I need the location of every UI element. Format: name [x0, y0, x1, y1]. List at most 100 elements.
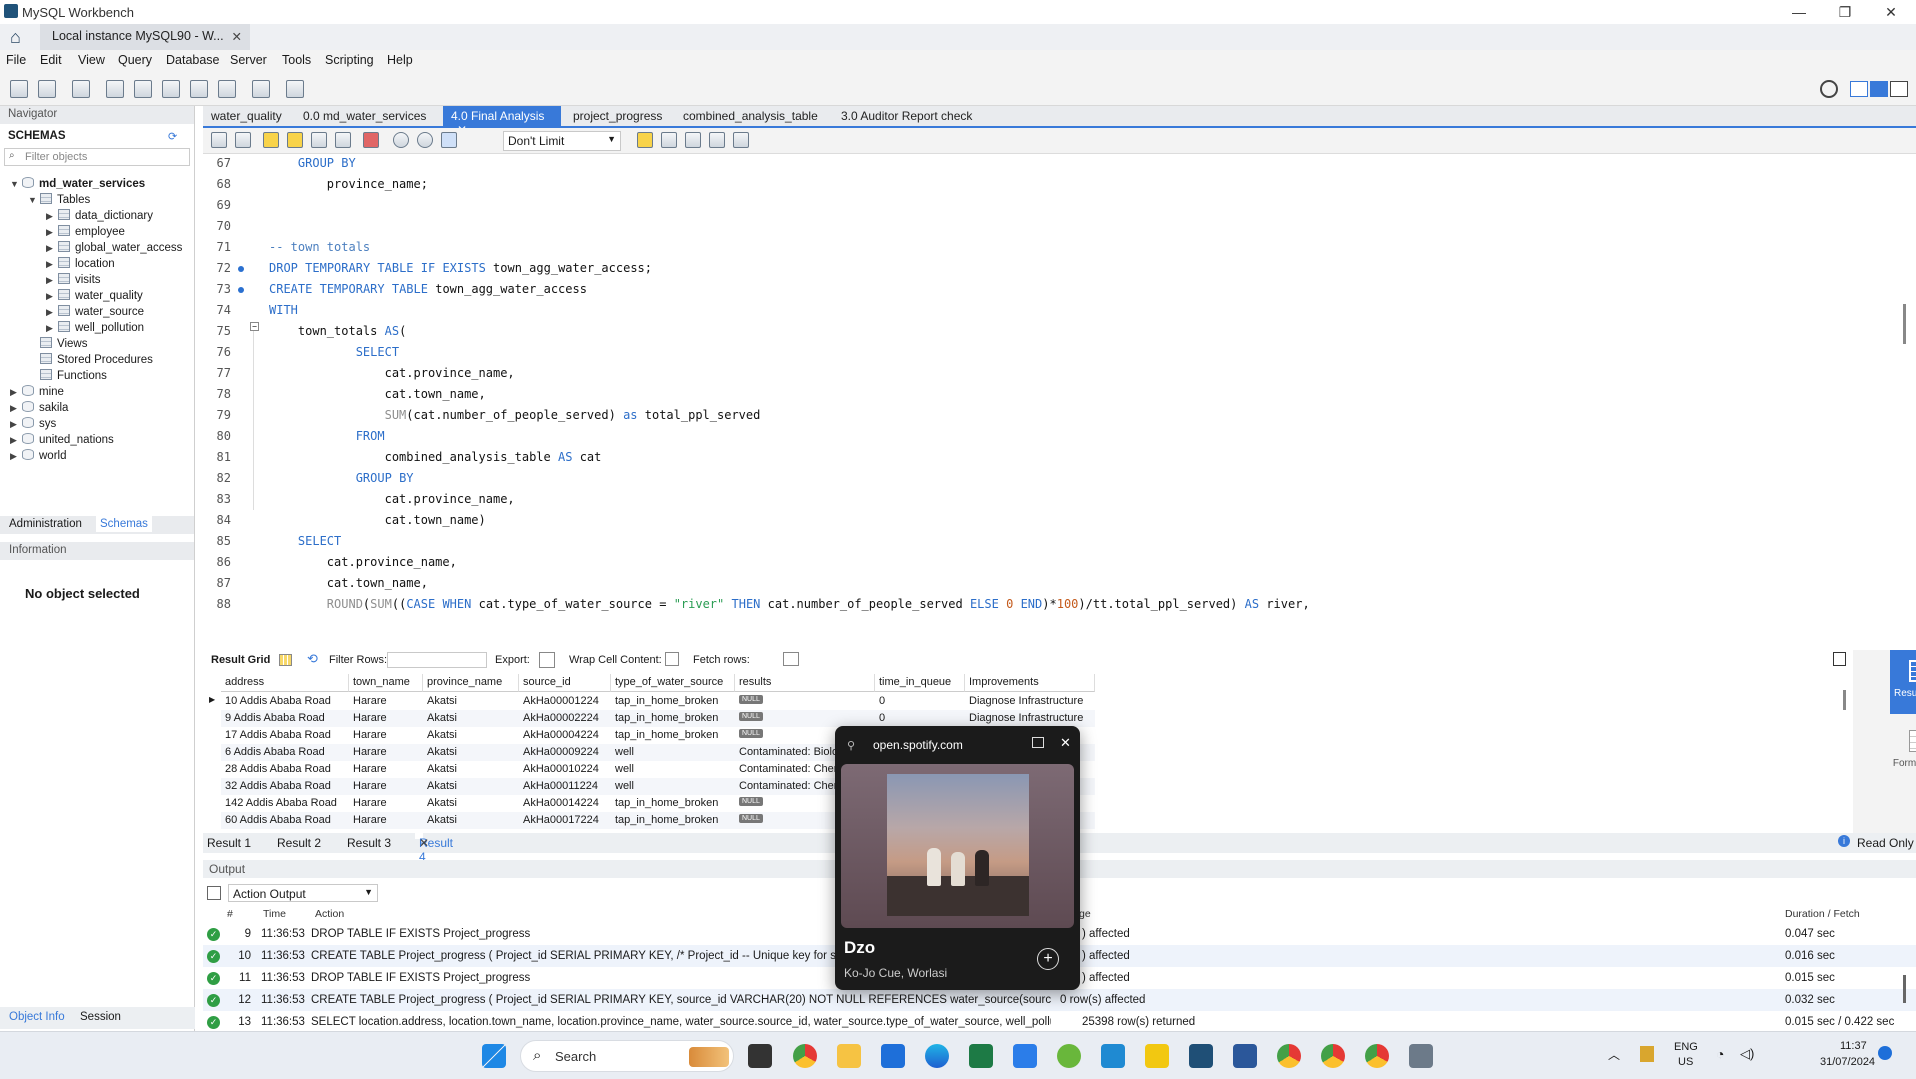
grid-cell[interactable]: Akatsi	[423, 710, 519, 727]
schema-item[interactable]: ▶ mine	[10, 385, 64, 398]
calculator-icon[interactable]	[1409, 1044, 1433, 1068]
copy-output-icon[interactable]	[207, 886, 221, 900]
grid-cell[interactable]: AkHa00009224	[519, 744, 611, 761]
wrap-icon[interactable]	[733, 132, 749, 148]
grid-cell[interactable]: Harare	[349, 727, 423, 744]
grid-cell[interactable]: Akatsi	[423, 693, 519, 710]
autocommit-icon[interactable]	[441, 132, 457, 148]
toggle-output-icon[interactable]	[1870, 81, 1888, 97]
tab-md-water-services[interactable]: 0.0 md_water_services	[295, 106, 434, 126]
volume-icon[interactable]: ◁)	[1740, 1046, 1754, 1062]
toggle-error-icon[interactable]	[363, 132, 379, 148]
expand-icon[interactable]	[1032, 737, 1044, 748]
procedures-folder[interactable]: Stored Procedures	[40, 353, 153, 366]
schema-item[interactable]: ▶ sys	[10, 417, 56, 430]
powerbi-icon[interactable]	[1145, 1044, 1169, 1068]
schema-item[interactable]: ▶ sakila	[10, 401, 68, 414]
vscode-icon[interactable]	[1101, 1044, 1125, 1068]
grid-cell[interactable]: 28 Addis Ababa Road	[221, 761, 349, 778]
functions-folder[interactable]: Functions	[40, 369, 107, 382]
chrome-profile-icon[interactable]	[1365, 1044, 1389, 1068]
calendar-app-icon[interactable]	[1013, 1044, 1037, 1068]
sql-editor[interactable]: 67 68 69 70 71 72 73 74 75 76 77 78 79 80 81 82 83 84 85 86…	[203, 154, 1916, 630]
output-row[interactable]: ✓ 12 11:36:53 CREATE TABLE Project_progress…	[203, 989, 1916, 1011]
grid-cell[interactable]: well	[611, 744, 735, 761]
table-item[interactable]: ▶ well_pollution	[46, 321, 144, 334]
table-item[interactable]: ▶ global_water_access	[46, 241, 182, 254]
form-editor-button[interactable]: Form Editor	[1890, 720, 1916, 784]
chrome-profile-icon[interactable]	[1277, 1044, 1301, 1068]
grid-cell[interactable]: Akatsi	[423, 727, 519, 744]
table-item[interactable]: ▶ location	[46, 257, 115, 270]
minimize-button[interactable]: —	[1776, 0, 1822, 24]
column-header[interactable]: town_name	[349, 674, 423, 692]
edge-icon[interactable]	[925, 1044, 949, 1068]
grid-cell[interactable]: tap_in_home_broken	[611, 795, 735, 812]
grid-cell[interactable]: AkHa00002224	[519, 710, 611, 727]
menu-query[interactable]: Query	[118, 53, 152, 67]
store-icon[interactable]	[881, 1044, 905, 1068]
stop-icon[interactable]	[335, 132, 351, 148]
grid-cell[interactable]: Harare	[349, 744, 423, 761]
grid-cell[interactable]: Harare	[349, 795, 423, 812]
grid-cell[interactable]: Akatsi	[423, 778, 519, 795]
tray-chevron-icon[interactable]: ︿	[1608, 1046, 1620, 1063]
create-table-icon[interactable]	[134, 80, 152, 98]
close-tab-icon[interactable]: ✕	[232, 29, 242, 44]
notification-icon[interactable]	[1878, 1046, 1892, 1060]
wifi-icon[interactable]: ◔	[1716, 1046, 1724, 1062]
home-icon[interactable]: ⌂	[10, 28, 30, 46]
grid-cell[interactable]: 0	[875, 693, 965, 710]
grid-cell[interactable]: Akatsi	[423, 795, 519, 812]
create-view-icon[interactable]	[162, 80, 180, 98]
grid-cell[interactable]: 6 Addis Ababa Road	[221, 744, 349, 761]
grid-cell[interactable]: Harare	[349, 778, 423, 795]
column-header[interactable]: source_id	[519, 674, 611, 692]
chrome-profile-icon[interactable]	[1321, 1044, 1345, 1068]
grid-cell[interactable]: tap_in_home_broken	[611, 812, 735, 829]
site-settings-icon[interactable]: ⚲	[847, 739, 855, 752]
tab-result-2[interactable]: Result 2	[277, 836, 321, 850]
tables-folder[interactable]: ▼ Tables	[28, 193, 90, 206]
output-type-select[interactable]: Action Output ▼	[228, 884, 378, 902]
limit-select[interactable]: Don't Limit ▼	[503, 131, 621, 151]
tab-project-progress[interactable]: project_progress	[565, 106, 670, 126]
tray-app-icon[interactable]	[1640, 1046, 1654, 1062]
grid-cell[interactable]: Akatsi	[423, 812, 519, 829]
chrome-icon[interactable]	[793, 1044, 817, 1068]
filter-rows-input[interactable]	[387, 652, 487, 668]
grid-cell[interactable]: AkHa00004224	[519, 727, 611, 744]
commit-icon[interactable]	[393, 132, 409, 148]
search-table-data-icon[interactable]	[252, 80, 270, 98]
grid-cell[interactable]: 0	[875, 710, 965, 727]
refresh-schemas-icon[interactable]: ⟳	[168, 130, 177, 143]
maximize-button[interactable]: ❐	[1822, 0, 1868, 24]
tab-auditor-report[interactable]: 3.0 Auditor Report check	[833, 106, 980, 126]
grid-cell[interactable]: well	[611, 761, 735, 778]
grid-cell[interactable]: Diagnose Infrastructure	[965, 693, 1095, 710]
bookmark-icon[interactable]	[637, 132, 653, 148]
column-header[interactable]: results	[735, 674, 875, 692]
grid-cell[interactable]: AkHa00011224	[519, 778, 611, 795]
fold-toggle-icon[interactable]: −	[250, 322, 259, 331]
menu-view[interactable]: View	[78, 53, 105, 67]
clock-date[interactable]: 31/07/2024	[1820, 1056, 1875, 1068]
tab-object-info[interactable]: Object Info	[9, 1011, 65, 1023]
new-sql-tab-icon[interactable]	[10, 80, 28, 98]
menu-database[interactable]: Database	[166, 53, 220, 67]
fetch-next-icon[interactable]	[783, 652, 799, 666]
execute-icon[interactable]	[263, 132, 279, 148]
grid-icon[interactable]	[279, 654, 292, 666]
region-label[interactable]: US	[1678, 1056, 1693, 1068]
language-label[interactable]: ENG	[1674, 1041, 1698, 1053]
grid-cell[interactable]: 10 Addis Ababa Road	[221, 693, 349, 710]
grid-cell[interactable]: AkHa00014224	[519, 795, 611, 812]
column-header[interactable]: type_of_water_source	[611, 674, 735, 692]
save-icon[interactable]	[235, 132, 251, 148]
reconnect-icon[interactable]	[286, 80, 304, 98]
create-schema-icon[interactable]	[106, 80, 124, 98]
tab-administration[interactable]: Administration	[9, 518, 82, 530]
grid-cell[interactable]: AkHa00001224	[519, 693, 611, 710]
explain-icon[interactable]	[311, 132, 327, 148]
table-item[interactable]: ▶ water_source	[46, 305, 144, 318]
